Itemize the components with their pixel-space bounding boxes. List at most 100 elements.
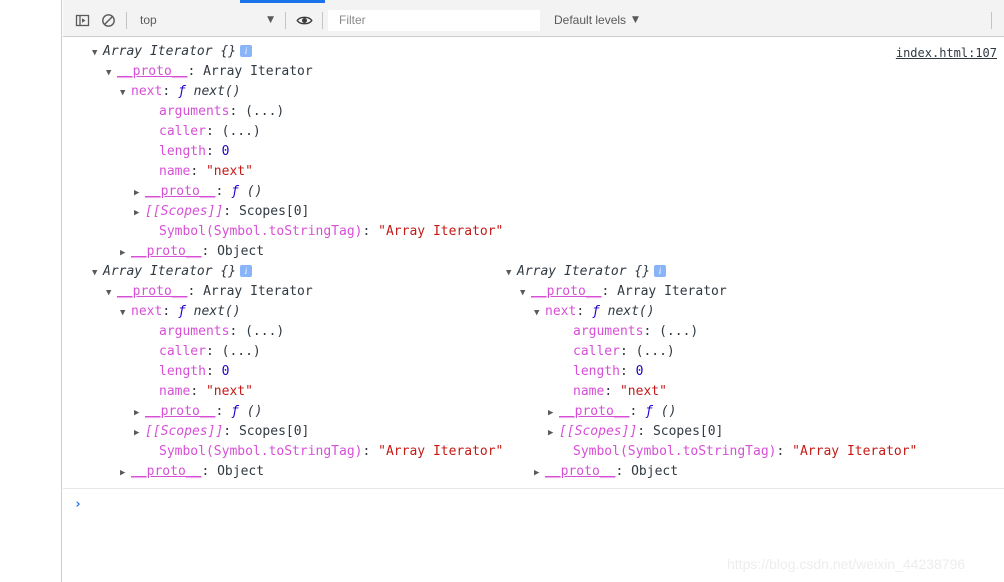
colon: : bbox=[615, 464, 632, 479]
proto-value: Object bbox=[217, 244, 265, 259]
next-key: next bbox=[545, 304, 577, 319]
triangle-down-icon[interactable] bbox=[120, 303, 131, 323]
object-tree-row[interactable]: [[Scopes]]: Scopes[0] bbox=[506, 422, 917, 442]
object-tree-row[interactable]: caller: (...) bbox=[92, 342, 503, 362]
filter-input-wrapper[interactable] bbox=[328, 9, 540, 31]
object-tree-row[interactable]: arguments: (...) bbox=[92, 102, 503, 122]
object-tree-row[interactable]: Symbol(Symbol.toStringTag): "Array Itera… bbox=[506, 442, 917, 462]
object-tree-row[interactable]: length: 0 bbox=[92, 362, 503, 382]
colon: : bbox=[629, 404, 646, 419]
triangle-down-icon[interactable] bbox=[120, 83, 131, 103]
object-tree-row[interactable]: Symbol(Symbol.toStringTag): "Array Itera… bbox=[92, 442, 503, 462]
object-tree-row[interactable]: __proto__: ƒ () bbox=[92, 182, 503, 202]
name-key: name bbox=[159, 164, 191, 179]
object-tree-row[interactable]: __proto__: Array Iterator bbox=[506, 282, 917, 302]
object-tree-row[interactable]: __proto__: ƒ () bbox=[506, 402, 917, 422]
triangle-down-icon[interactable] bbox=[534, 303, 545, 323]
log-levels-selector[interactable]: Default levels ▼ bbox=[548, 8, 645, 32]
triangle-right-icon[interactable] bbox=[120, 243, 131, 263]
console-message[interactable]: Array Iterator {}i__proto__: Array Itera… bbox=[92, 262, 503, 482]
object-tree-row[interactable]: Symbol(Symbol.toStringTag): "Array Itera… bbox=[92, 222, 503, 242]
triangle-right-icon[interactable] bbox=[548, 423, 559, 443]
object-tree-row[interactable]: Array Iterator {}i bbox=[506, 262, 917, 282]
colon: : bbox=[362, 224, 379, 239]
triangle-down-icon[interactable] bbox=[92, 263, 103, 283]
scopes-key: [[Scopes]] bbox=[145, 204, 224, 219]
triangle-right-icon[interactable] bbox=[134, 203, 145, 223]
anon-function-value: () bbox=[660, 404, 677, 419]
proto-value: Object bbox=[631, 464, 679, 479]
info-badge-icon[interactable]: i bbox=[654, 264, 667, 277]
console-message[interactable]: Array Iterator {}i__proto__: Array Itera… bbox=[92, 42, 503, 262]
object-tree-row[interactable]: length: 0 bbox=[92, 142, 503, 162]
object-tree-row[interactable]: name: "next" bbox=[92, 382, 503, 402]
object-tree-row[interactable]: __proto__: ƒ () bbox=[92, 402, 503, 422]
next-key: next bbox=[131, 304, 163, 319]
triangle-down-icon[interactable] bbox=[520, 283, 531, 303]
proto-key: __proto__ bbox=[117, 64, 188, 79]
devtools-window: top ▼ Default levels ▼ Array Iterato bbox=[0, 0, 1004, 582]
left-gutter bbox=[0, 0, 62, 582]
triangle-right-icon[interactable] bbox=[134, 423, 145, 443]
object-tree-row[interactable]: next: ƒ next() bbox=[506, 302, 917, 322]
object-tree-row[interactable]: length: 0 bbox=[506, 362, 917, 382]
colon: : bbox=[190, 384, 206, 399]
triangle-right-icon[interactable] bbox=[134, 403, 145, 423]
console-message[interactable]: Array Iterator {}i__proto__: Array Itera… bbox=[506, 262, 917, 482]
triangle-right-icon[interactable] bbox=[534, 463, 545, 483]
colon: : bbox=[187, 64, 204, 79]
object-tree-row[interactable]: name: "next" bbox=[92, 162, 503, 182]
toolbar-divider-2 bbox=[285, 11, 286, 29]
proto-key: __proto__ bbox=[531, 284, 602, 299]
object-tree-row[interactable]: arguments: (...) bbox=[506, 322, 917, 342]
object-tree-row[interactable]: __proto__: Array Iterator bbox=[92, 282, 503, 302]
proto-key: __proto__ bbox=[145, 404, 216, 419]
function-keyword: ƒ bbox=[645, 404, 661, 419]
anon-function-value: () bbox=[246, 404, 263, 419]
object-tree-row[interactable]: next: ƒ next() bbox=[92, 302, 503, 322]
proto-value: Array Iterator bbox=[203, 284, 313, 299]
object-tree-row[interactable]: caller: (...) bbox=[506, 342, 917, 362]
colon: : bbox=[576, 304, 592, 319]
object-tree-row[interactable]: next: ƒ next() bbox=[92, 82, 503, 102]
function-keyword: ƒ bbox=[591, 304, 608, 319]
object-tree-row[interactable]: Array Iterator {}i bbox=[92, 262, 503, 282]
object-title: Array Iterator {} bbox=[103, 264, 237, 279]
object-tree-row[interactable]: name: "next" bbox=[506, 382, 917, 402]
triangle-right-icon[interactable] bbox=[120, 463, 131, 483]
scopes-key: [[Scopes]] bbox=[145, 424, 224, 439]
console-sidebar-icon[interactable] bbox=[69, 7, 95, 33]
triangle-down-icon[interactable] bbox=[92, 43, 103, 63]
execution-context-selector[interactable]: top ▼ bbox=[132, 8, 280, 32]
source-link[interactable]: index.html:107 bbox=[896, 46, 997, 60]
object-tree-row[interactable]: __proto__: Object bbox=[92, 242, 503, 262]
next-key: next bbox=[131, 84, 163, 99]
object-tree-row[interactable]: __proto__: Array Iterator bbox=[92, 62, 503, 82]
clear-console-icon[interactable] bbox=[95, 7, 121, 33]
eye-icon[interactable] bbox=[291, 7, 317, 33]
console-message-list[interactable]: Array Iterator {}i__proto__: Array Itera… bbox=[63, 38, 1004, 488]
object-tree-row[interactable]: [[Scopes]]: Scopes[0] bbox=[92, 422, 503, 442]
info-badge-icon[interactable]: i bbox=[240, 264, 253, 277]
info-badge-icon[interactable]: i bbox=[240, 44, 253, 57]
object-tree-row[interactable]: caller: (...) bbox=[92, 122, 503, 142]
object-tree-row[interactable]: __proto__: Object bbox=[92, 462, 503, 482]
object-tree-row[interactable]: [[Scopes]]: Scopes[0] bbox=[92, 202, 503, 222]
next-function-value: next() bbox=[193, 304, 241, 319]
proto-value: Array Iterator bbox=[203, 64, 313, 79]
colon: : bbox=[776, 444, 793, 459]
scopes-value: Scopes[0] bbox=[238, 424, 310, 439]
triangle-down-icon[interactable] bbox=[106, 63, 117, 83]
triangle-right-icon[interactable] bbox=[134, 183, 145, 203]
filter-input[interactable] bbox=[337, 12, 539, 28]
object-tree-row[interactable]: __proto__: Object bbox=[506, 462, 917, 482]
triangle-right-icon[interactable] bbox=[548, 403, 559, 423]
colon: : bbox=[190, 164, 206, 179]
arguments-key: arguments bbox=[159, 324, 230, 339]
object-tree-row[interactable]: arguments: (...) bbox=[92, 322, 503, 342]
console-panel: top ▼ Default levels ▼ Array Iterato bbox=[63, 0, 1004, 582]
object-tree-row[interactable]: Array Iterator {}i bbox=[92, 42, 503, 62]
colon: : bbox=[205, 364, 222, 379]
triangle-down-icon[interactable] bbox=[106, 283, 117, 303]
triangle-down-icon[interactable] bbox=[506, 263, 517, 283]
